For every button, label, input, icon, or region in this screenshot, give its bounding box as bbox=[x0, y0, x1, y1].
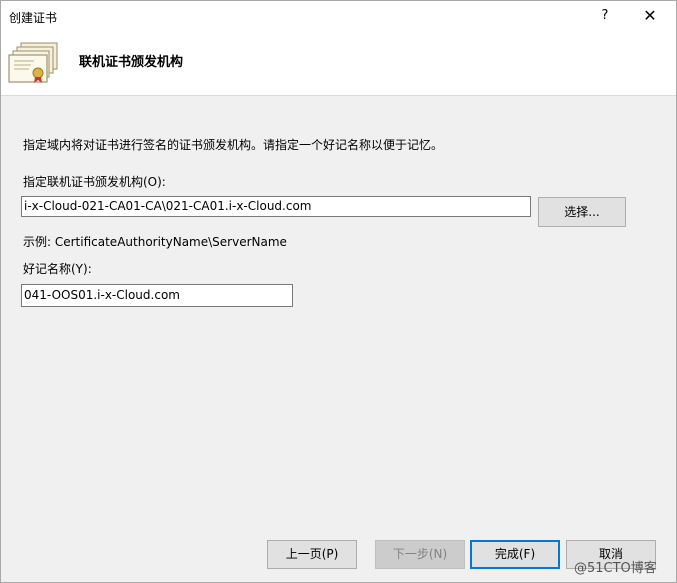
previous-button[interactable]: 上一页(P) bbox=[267, 540, 357, 569]
ca-input[interactable]: i-x-Cloud-021-CA01-CA\021-CA01.i-x-Cloud… bbox=[21, 196, 531, 217]
next-button[interactable]: 下一步(N) bbox=[375, 540, 465, 569]
description-text: 指定域内将对证书进行签名的证书颁发机构。请指定一个好记名称以便于记忆。 bbox=[23, 138, 444, 152]
certificate-icon bbox=[8, 42, 58, 83]
watermark: @51CTO博客 bbox=[574, 561, 657, 576]
example-text: 示例: CertificateAuthorityName\ServerName bbox=[23, 235, 287, 249]
select-button[interactable]: 选择... bbox=[538, 197, 626, 227]
help-button[interactable]: ? bbox=[593, 5, 617, 27]
page-header: 联机证书颁发机构 bbox=[1, 32, 676, 96]
content-area: 指定域内将对证书进行签名的证书颁发机构。请指定一个好记名称以便于记忆。 指定联机… bbox=[1, 96, 676, 532]
friendly-name-label: 好记名称(Y): bbox=[23, 262, 92, 276]
create-certificate-dialog: 创建证书 ? ✕ 联机证书颁发机构 指定域内将对证书进行签名的证书颁发机构。请指… bbox=[0, 0, 677, 583]
page-title: 联机证书颁发机构 bbox=[79, 55, 184, 70]
friendly-name-input[interactable]: 041-OOS01.i-x-Cloud.com bbox=[21, 284, 293, 307]
title-bar: 创建证书 ? ✕ bbox=[1, 1, 676, 32]
finish-button[interactable]: 完成(F) bbox=[470, 540, 560, 569]
ca-field-label: 指定联机证书颁发机构(O): bbox=[23, 175, 166, 189]
close-button[interactable]: ✕ bbox=[637, 5, 663, 27]
window-title: 创建证书 bbox=[9, 11, 58, 25]
